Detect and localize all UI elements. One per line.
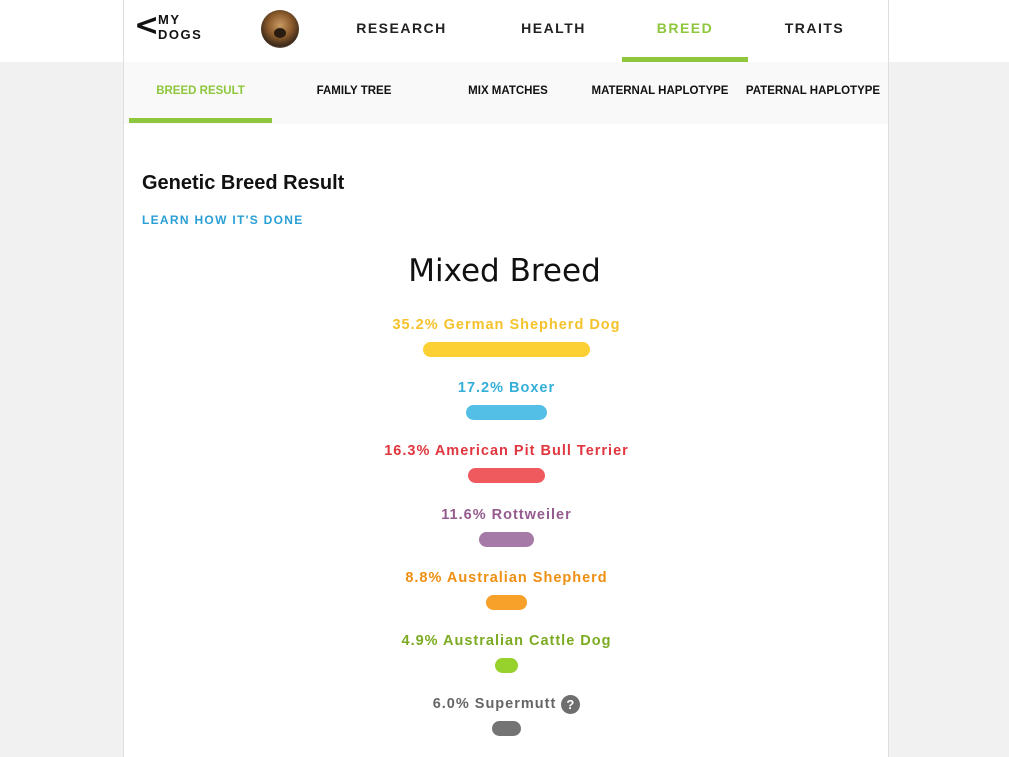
breed-label-text: 8.8% Australian Shepherd <box>405 569 608 586</box>
breed-label-text: 35.2% German Shepherd Dog <box>392 317 621 333</box>
section-title: Genetic Breed Result <box>142 172 345 194</box>
breed-label[interactable]: 8.8% Australian Shepherd <box>0 568 1009 588</box>
back-label-line2: DOGS <box>158 27 203 42</box>
breed-label[interactable]: 6.0% Supermutt? <box>0 694 1009 714</box>
breed-percentage-bar <box>494 658 519 673</box>
tab-paternal-haplotype[interactable]: PATERNAL HAPLOTYPE <box>743 62 883 120</box>
result-heading: Mixed Breed <box>408 253 601 289</box>
breed-percentage-bar <box>492 721 521 737</box>
back-to-my-dogs-button[interactable]: < MY DOGS <box>134 8 206 44</box>
tab-family-tree[interactable]: FAMILY TREE <box>284 62 424 120</box>
subtab-active-indicator <box>129 118 272 123</box>
breed-percentage-bar <box>423 342 590 357</box>
tab-mix-matches[interactable]: MIX MATCHES <box>438 62 578 120</box>
breed-label-text: 6.0% Supermutt <box>432 696 557 713</box>
top-nav-bar: < MY DOGS RESEARCH HEALTH BREED TRAITS <box>123 0 889 62</box>
learn-how-link[interactable]: LEARN HOW IT'S DONE <box>142 213 304 227</box>
breed-label-text: 11.6% Rottweiler <box>441 506 572 523</box>
breed-label-text: 4.9% Australian Cattle Dog <box>401 633 612 649</box>
breed-row: 17.2% Boxer <box>0 378 1009 421</box>
nav-breed[interactable]: BREED <box>622 0 748 62</box>
breed-label[interactable]: 16.3% American Pit Bull Terrier <box>0 441 1009 461</box>
tab-breed-result[interactable]: BREED RESULT <box>129 62 272 120</box>
breed-row: 35.2% German Shepherd Dog <box>0 315 1009 357</box>
breed-row: 4.9% Australian Cattle Dog <box>0 631 1009 673</box>
breed-label[interactable]: 35.2% German Shepherd Dog <box>0 315 1009 335</box>
breed-row: 6.0% Supermutt? <box>0 694 1009 737</box>
back-label-line1: MY <box>158 12 181 27</box>
back-label: MY DOGS <box>158 12 202 42</box>
tab-maternal-haplotype[interactable]: MATERNAL HAPLOTYPE <box>590 62 730 120</box>
question-circle-icon[interactable]: ? <box>561 694 581 714</box>
breed-label-text: 17.2% Boxer <box>457 380 556 397</box>
breed-label[interactable]: 17.2% Boxer <box>0 378 1009 398</box>
breed-percentage-bar <box>485 594 528 610</box>
breed-label[interactable]: 4.9% Australian Cattle Dog <box>0 631 1009 651</box>
breed-row: 16.3% American Pit Bull Terrier <box>0 441 1009 484</box>
breed-percentage-bar <box>479 531 534 547</box>
breed-row: 11.6% Rottweiler <box>0 505 1009 547</box>
chevron-left-icon: < <box>134 8 160 43</box>
breed-label-text: 16.3% American Pit Bull Terrier <box>384 443 629 460</box>
breed-row: 8.8% Australian Shepherd <box>0 568 1009 610</box>
breed-percentage-bar <box>467 468 546 484</box>
nav-research[interactable]: RESEARCH <box>329 0 474 62</box>
sub-tab-bar: BREED RESULT FAMILY TREE MIX MATCHES MAT… <box>123 62 889 124</box>
nav-health[interactable]: HEALTH <box>486 0 621 62</box>
dog-avatar[interactable] <box>261 10 299 48</box>
nav-traits[interactable]: TRAITS <box>752 0 877 62</box>
breed-label[interactable]: 11.6% Rottweiler <box>0 505 1009 525</box>
breed-percentage-bar <box>465 405 548 421</box>
